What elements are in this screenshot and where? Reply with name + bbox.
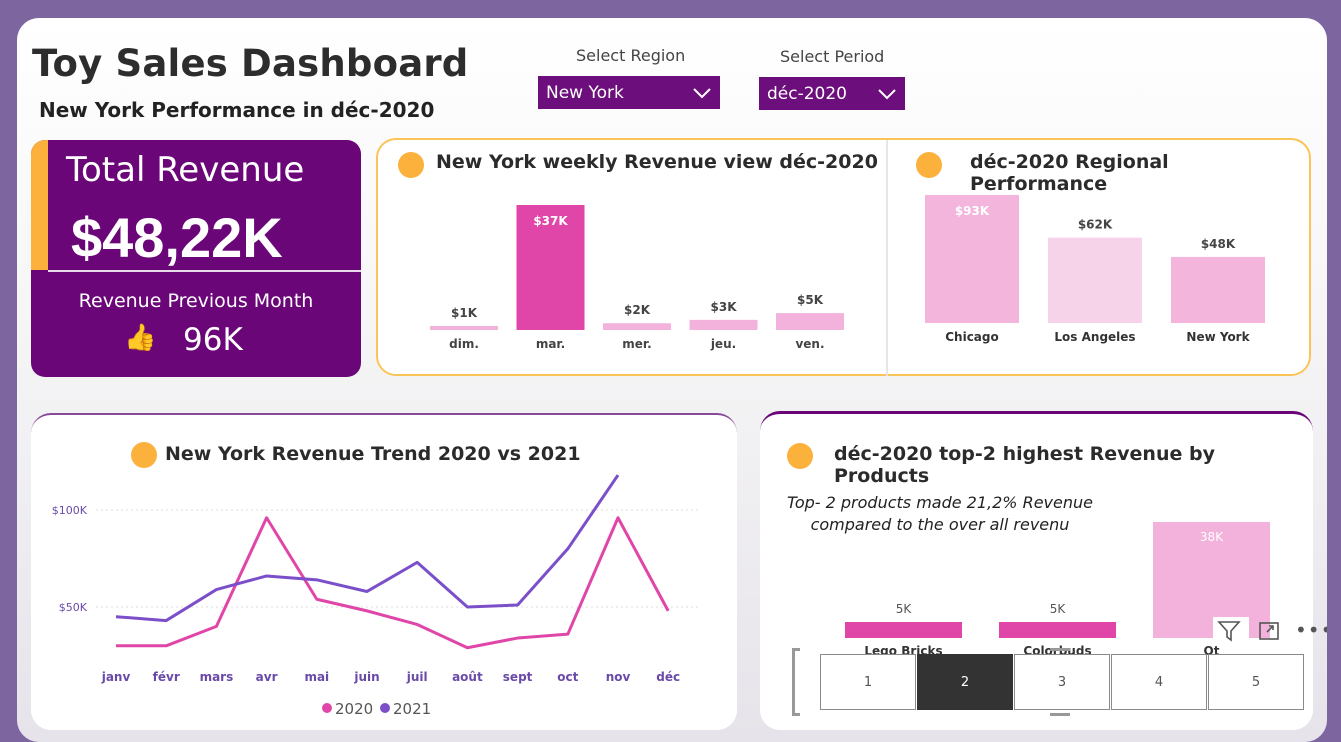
- weekly-bar-label: $3K: [711, 300, 738, 314]
- trend-card[interactable]: New York Revenue Trend 2020 vs 2021 $50K…: [31, 413, 737, 730]
- page-tile-5[interactable]: 5: [1208, 654, 1304, 710]
- kpi-accent-bar: [31, 140, 48, 270]
- product-bar-label: 5K: [896, 602, 913, 616]
- legend-marker: [322, 703, 332, 713]
- legend-label: 2020: [335, 700, 373, 718]
- weekly-x-tick: ven.: [795, 337, 824, 351]
- chevron-down-icon: [693, 87, 711, 98]
- weekly-regional-card[interactable]: New York weekly Revenue view déc-2020 dé…: [376, 138, 1311, 376]
- legend-label: 2021: [393, 700, 431, 718]
- regional-bar-label: $93K: [955, 204, 990, 218]
- weekly-bar-label: $5K: [797, 293, 824, 307]
- slicer-handle-bottom[interactable]: [1050, 713, 1070, 716]
- product-bar-label: 38K: [1200, 530, 1224, 544]
- weekly-x-tick: dim.: [449, 337, 479, 351]
- trend-series-2020[interactable]: [116, 516, 670, 650]
- trend-y-tick: $50K: [59, 601, 88, 614]
- trend-x-tick: juin: [353, 670, 379, 684]
- trend-x-tick: août: [452, 670, 483, 684]
- regional-bar-chart[interactable]: $93K Chicago $62K Los Angeles $48K New York: [913, 195, 1303, 370]
- trend-x-tick: sept: [503, 670, 533, 684]
- trend-x-tick: oct: [557, 670, 578, 684]
- filter-icon[interactable]: [1217, 620, 1241, 642]
- regional-x-tick: New York: [1186, 330, 1250, 344]
- trend-x-tick: mai: [304, 670, 329, 684]
- thumbs-up-icon: 👍: [124, 323, 157, 353]
- total-revenue-value: $48,22K: [71, 206, 283, 269]
- page-tile-3[interactable]: 3: [1014, 654, 1110, 710]
- weekly-bar-label: $37K: [533, 214, 568, 228]
- prev-month-label: Revenue Previous Month: [78, 290, 314, 312]
- period-select[interactable]: déc-2020: [759, 77, 905, 110]
- trend-x-tick: déc: [656, 670, 680, 684]
- weekly-bar[interactable]: [689, 319, 758, 330]
- trend-x-tick: mars: [200, 670, 234, 684]
- weekly-x-tick: mer.: [622, 337, 651, 351]
- region-select[interactable]: New York: [538, 76, 720, 109]
- page-subtitle: New York Performance in déc-2020: [39, 98, 435, 122]
- chevron-down-icon: [878, 88, 896, 99]
- focus-mode-icon[interactable]: [1258, 621, 1280, 641]
- trend-x-tick: nov: [606, 670, 631, 684]
- trend-y-tick: $100K: [52, 504, 88, 517]
- more-options-icon[interactable]: •••: [1295, 618, 1327, 642]
- regional-dot-icon: [916, 152, 942, 178]
- regional-bar[interactable]: [1048, 237, 1142, 323]
- period-filter-label: Select Period: [780, 47, 885, 66]
- region-select-value: New York: [546, 82, 624, 103]
- weekly-bar-chart[interactable]: $1K dim. $37K mar. $2K mer. $3K jeu. $5K ven.: [418, 195, 858, 370]
- kpi-divider: [48, 270, 361, 272]
- trend-x-tick: févr: [153, 670, 180, 684]
- page-tile-1[interactable]: 1: [820, 654, 916, 710]
- regional-bar-label: $48K: [1201, 237, 1236, 251]
- trend-series-2021[interactable]: [115, 474, 620, 623]
- regional-chart-title: déc-2020 Regional Performance: [970, 151, 1169, 195]
- product-bar[interactable]: [999, 622, 1116, 638]
- weekly-bar[interactable]: [603, 323, 671, 330]
- total-revenue-card[interactable]: Total Revenue $48,22K Revenue Previous M…: [31, 140, 361, 377]
- weekly-x-tick: jeu.: [710, 337, 736, 351]
- product-bar-label: 5K: [1050, 602, 1067, 616]
- slicer-bracket-left: [792, 648, 800, 716]
- weekly-bar-label: $2K: [624, 303, 651, 317]
- weekly-dot-icon: [398, 152, 424, 178]
- weekly-bar[interactable]: [430, 326, 498, 330]
- regional-x-tick: Los Angeles: [1054, 330, 1135, 344]
- weekly-bar-label: $1K: [451, 306, 478, 320]
- legend-marker: [380, 703, 390, 713]
- card-divider: [886, 140, 888, 376]
- slicer-handle-top[interactable]: [1050, 648, 1070, 651]
- region-filter-label: Select Region: [576, 46, 686, 65]
- weekly-bar[interactable]: [776, 313, 844, 330]
- page-tile-2[interactable]: 2: [917, 654, 1013, 710]
- regional-x-tick: Chicago: [945, 330, 999, 344]
- regional-bar[interactable]: [1171, 256, 1265, 323]
- regional-bar-label: $62K: [1078, 218, 1113, 232]
- page-tile-4[interactable]: 4: [1111, 654, 1207, 710]
- trend-x-tick: janv: [101, 670, 131, 684]
- trend-x-tick: juil: [406, 670, 428, 684]
- weekly-chart-title: New York weekly Revenue view déc-2020: [436, 151, 878, 173]
- trend-line-chart[interactable]: $50K $100K janv févr mars avr mai juin juil août s…: [31, 415, 737, 732]
- page-title: Toy Sales Dashboard: [32, 42, 469, 85]
- total-revenue-label: Total Revenue: [66, 150, 305, 190]
- period-select-value: déc-2020: [767, 83, 847, 104]
- trend-x-tick: avr: [256, 670, 278, 684]
- product-bar[interactable]: [845, 622, 962, 638]
- prev-month-value: 96K: [183, 322, 243, 358]
- dashboard-canvas: Toy Sales Dashboard New York Performance…: [17, 18, 1327, 742]
- weekly-x-tick: mar.: [536, 337, 565, 351]
